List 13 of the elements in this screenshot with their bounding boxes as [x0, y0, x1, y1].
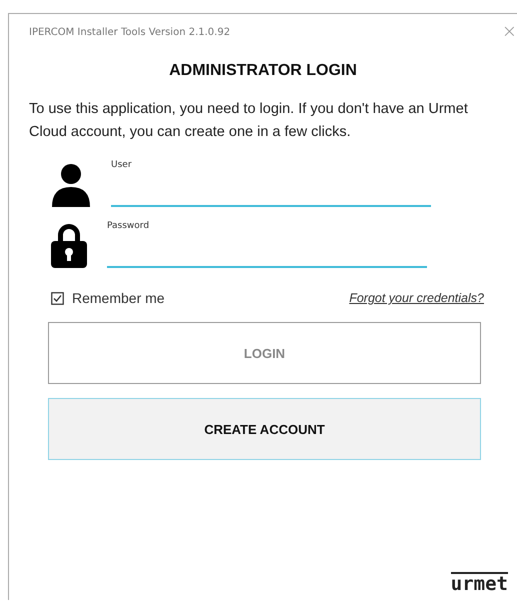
lock-icon: [51, 222, 87, 268]
user-icon: [51, 163, 91, 207]
password-field[interactable]: Password: [107, 219, 427, 268]
intro-text: To use this application, you need to login. If you don't have an Urmet Cloud account, you can create one in a few clicks.: [29, 100, 469, 142]
remember-label: Remember me: [72, 290, 165, 306]
heading: ADMINISTRATOR LOGIN: [168, 62, 358, 80]
create-account-button[interactable]: CREATE ACCOUNT: [48, 398, 481, 460]
user-field[interactable]: User: [111, 158, 431, 207]
login-button[interactable]: LOGIN: [48, 322, 481, 384]
checkbox[interactable]: [51, 292, 64, 304]
logo: urmet: [450, 572, 508, 594]
forgot-credentials-link[interactable]: Forgot your credentials?: [349, 291, 484, 305]
window-title: IPERCOM Installer Tools Version 2.1.0.92: [29, 26, 230, 38]
